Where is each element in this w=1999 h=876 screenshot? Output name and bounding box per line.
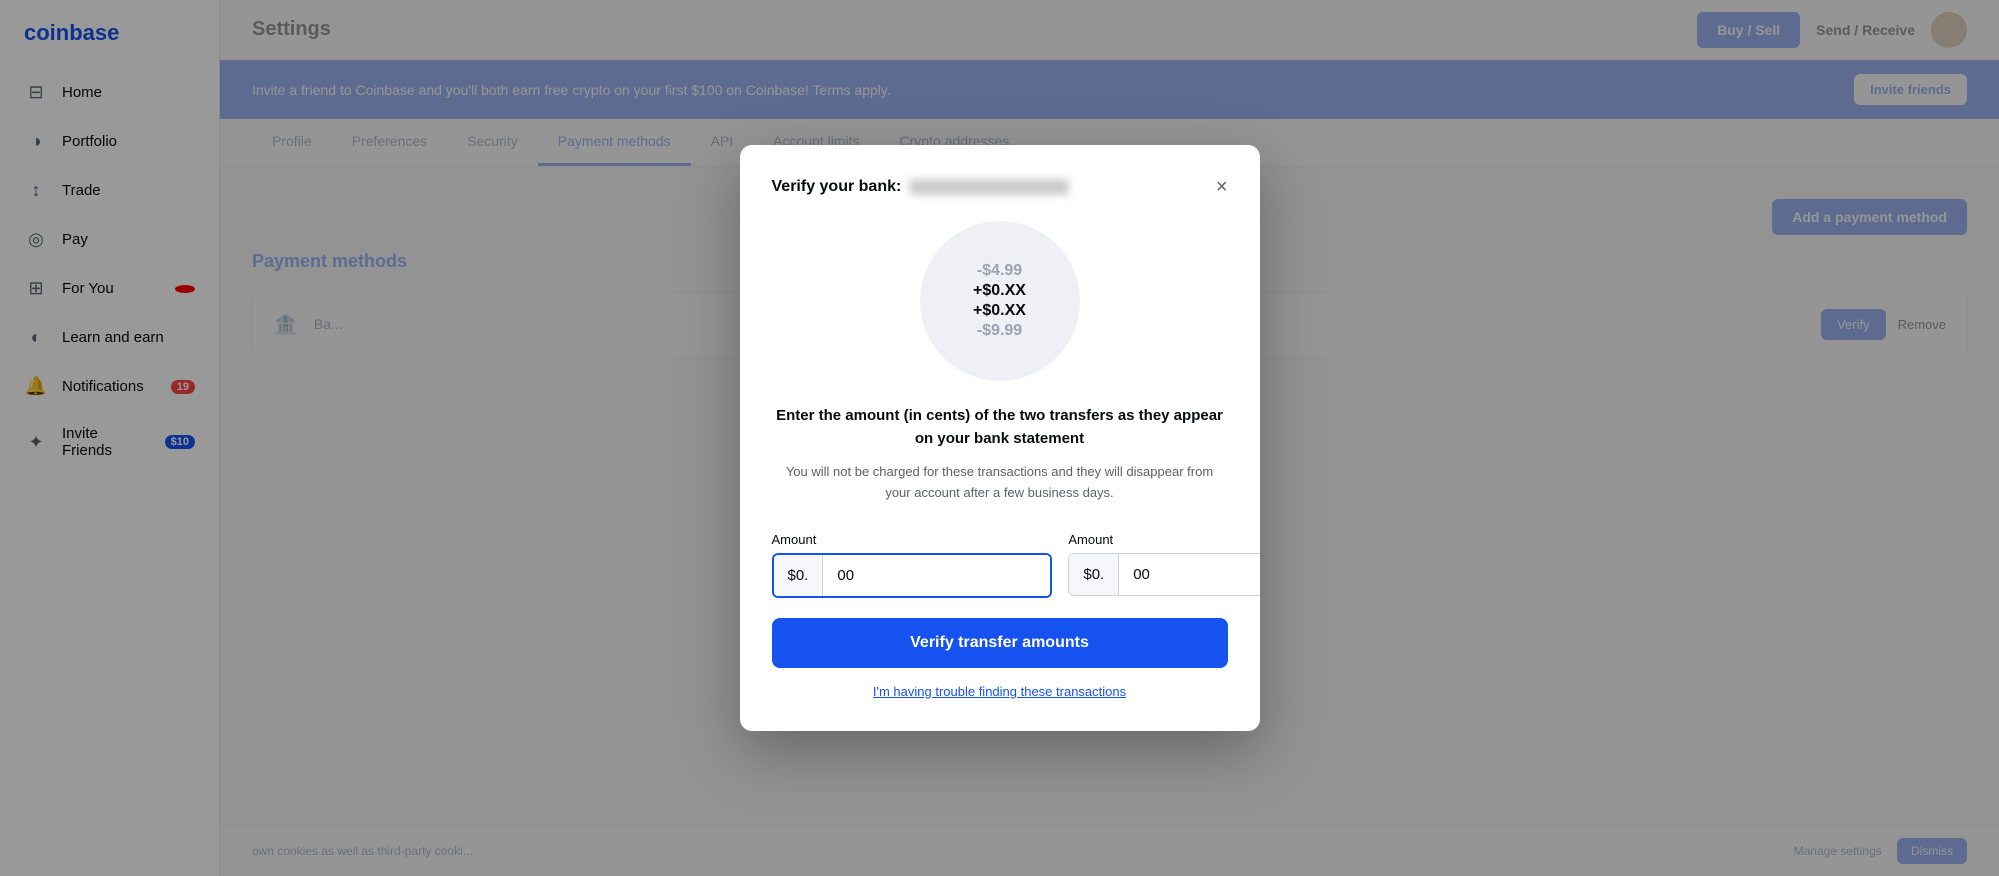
amount-prefix-2: $0. (1069, 554, 1119, 595)
app-container: coinbase ⊟ Home ◑ Portfolio ↕ Trade ◎ Pa… (0, 0, 1999, 876)
circle-amount-3: +$0.XX (973, 302, 1026, 320)
modal-title: Verify your bank: (772, 178, 1070, 196)
verify-bank-modal: Verify your bank: × -$4.99 +$0.XX +$0.XX… (740, 145, 1260, 731)
modal-overlay: Verify your bank: × -$4.99 +$0.XX +$0.XX… (0, 0, 1999, 876)
transfer-amounts-circle: -$4.99 +$0.XX +$0.XX -$9.99 (920, 221, 1080, 381)
amount-prefix-1: $0. (774, 555, 824, 596)
verify-transfer-amounts-button[interactable]: Verify transfer amounts (772, 618, 1228, 668)
amount-label-2: Amount (1068, 532, 1259, 547)
amount-group-2: Amount $0. (1068, 532, 1259, 598)
amount-inputs: Amount $0. Amount $0. (772, 532, 1228, 598)
amount-field-2: $0. (1068, 553, 1259, 596)
circle-amount-2: +$0.XX (973, 282, 1026, 300)
modal-description-main: Enter the amount (in cents) of the two t… (772, 405, 1228, 450)
amount-field-1: $0. (772, 553, 1053, 598)
amount-input-1[interactable] (823, 555, 1050, 596)
modal-title-blurred (909, 179, 1069, 195)
circle-amount-1: -$4.99 (977, 262, 1022, 280)
modal-header: Verify your bank: × (772, 177, 1228, 197)
modal-description-sub: You will not be charged for these transa… (772, 462, 1228, 504)
modal-title-text: Verify your bank: (772, 178, 902, 196)
amount-label-1: Amount (772, 532, 1053, 547)
close-modal-button[interactable]: × (1216, 177, 1228, 197)
amount-input-2[interactable] (1119, 554, 1259, 595)
trouble-finding-link[interactable]: I'm having trouble finding these transac… (772, 684, 1228, 699)
circle-amount-4: -$9.99 (977, 322, 1022, 340)
amount-group-1: Amount $0. (772, 532, 1053, 598)
